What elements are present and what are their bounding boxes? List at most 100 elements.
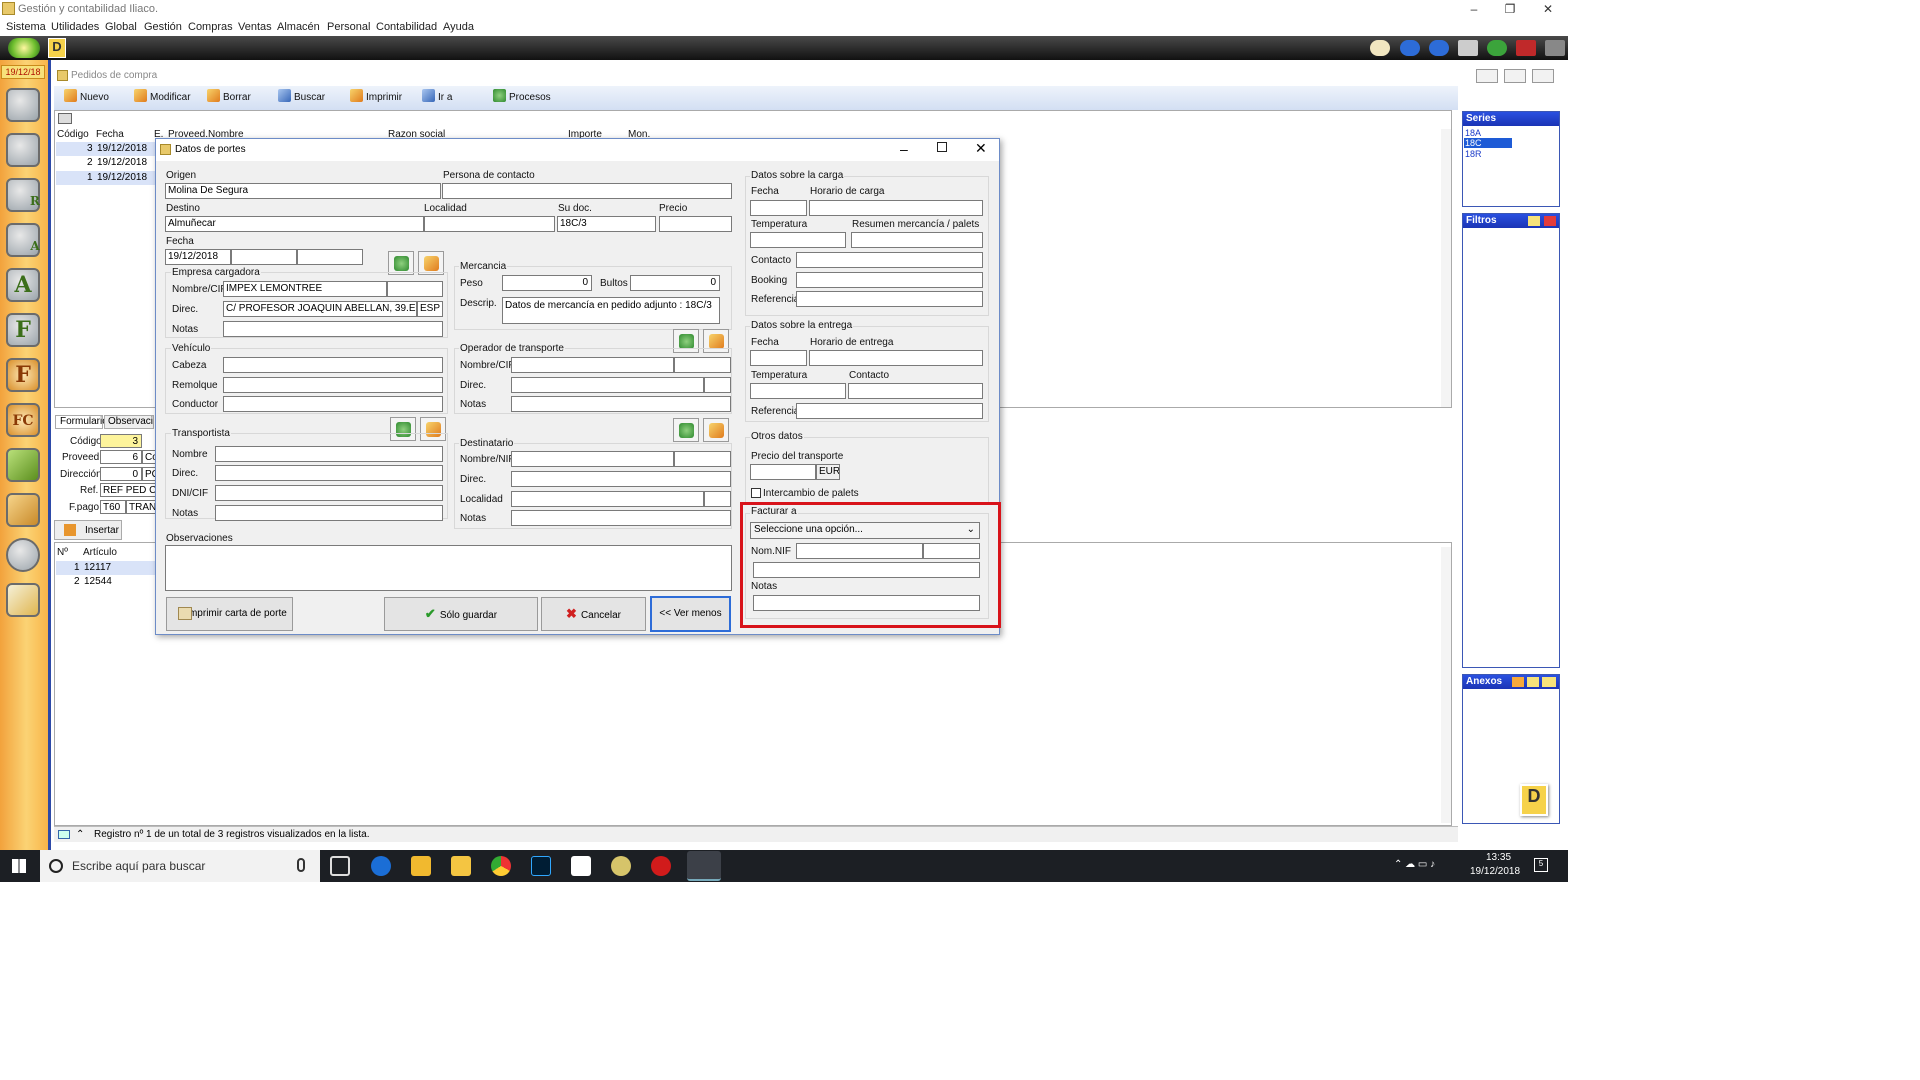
tab-formulario[interactable]: Formulario (55, 415, 108, 429)
localidad-field[interactable] (424, 216, 555, 232)
destinatario-localidad-field[interactable] (511, 491, 704, 507)
close-window-icon[interactable] (1516, 40, 1536, 56)
add-attachment-icon[interactable] (1512, 677, 1524, 687)
conductor-field[interactable] (223, 396, 443, 412)
solo-guardar-button[interactable]: ✔ Sólo guardar (384, 597, 538, 631)
menu-ayuda[interactable]: Ayuda (443, 21, 474, 33)
buscar-button[interactable]: Buscar (278, 89, 325, 103)
procesos-button[interactable]: Procesos (493, 89, 551, 103)
transportista-dni-field[interactable] (215, 485, 443, 501)
box-icon[interactable] (6, 493, 40, 527)
dialog-close-button[interactable]: ✕ (975, 140, 987, 157)
moneda-field[interactable]: EUR (816, 464, 840, 480)
remolque-field[interactable] (223, 377, 443, 393)
entrega-fecha-field[interactable] (750, 350, 807, 366)
operador-pais-field[interactable] (704, 377, 731, 393)
col-fecha[interactable]: Fecha (96, 129, 124, 140)
cd-icon[interactable] (6, 538, 40, 572)
status-up-icon[interactable]: ⌃ (76, 829, 84, 840)
cancelar-button[interactable]: ✖ Cancelar (541, 597, 646, 631)
entrega-contacto-field[interactable] (848, 383, 983, 399)
mail-tool-icon[interactable] (1370, 40, 1390, 56)
operador-cif-field[interactable] (674, 357, 731, 373)
list-item[interactable]: 1 12117 (56, 561, 156, 575)
dx-icon[interactable] (651, 856, 671, 876)
destinatario-nif-field[interactable] (674, 451, 731, 467)
book-icon[interactable] (6, 448, 40, 482)
child-close-button[interactable] (1532, 69, 1554, 83)
destinatario-contacts-button[interactable] (673, 418, 699, 442)
proveed-extra-field[interactable]: Co (142, 450, 156, 464)
destinatario-direc-field[interactable] (511, 471, 731, 487)
entrega-referencia-field[interactable] (796, 403, 983, 419)
menu-personal[interactable]: Personal (327, 21, 370, 33)
series-item-selected[interactable]: 18C (1464, 138, 1512, 148)
series-item[interactable]: 18R (1465, 149, 1482, 159)
carga-horario-field[interactable] (809, 200, 983, 216)
menu-compras[interactable]: Compras (188, 21, 233, 33)
menu-global[interactable]: Global (105, 21, 137, 33)
fecha-extra-1[interactable] (231, 249, 297, 265)
destino-field[interactable]: Almuñecar (165, 216, 424, 232)
destinatario-notas-field[interactable] (511, 510, 731, 526)
destinatario-books-button[interactable] (703, 418, 729, 442)
menu-sistema[interactable]: Sistema (6, 21, 46, 33)
carga-referencia-field[interactable] (796, 291, 983, 307)
microphone-icon[interactable] (297, 858, 305, 872)
windows-start-icon[interactable] (12, 859, 26, 873)
entrega-temperatura-field[interactable] (750, 383, 846, 399)
letter-fc-icon[interactable]: FC (6, 403, 40, 437)
fpago-field[interactable]: T60 (100, 500, 126, 514)
child-minimize-button[interactable] (1476, 69, 1498, 83)
help-icon[interactable] (1487, 40, 1507, 56)
cabeza-field[interactable] (223, 357, 443, 373)
ref-field[interactable]: REF PED CO (100, 483, 156, 497)
child-restore-button[interactable] (1504, 69, 1526, 83)
carga-fecha-field[interactable] (750, 200, 807, 216)
mail-icon[interactable] (6, 583, 40, 617)
fpago-extra-field[interactable]: TRANS (126, 500, 156, 514)
series-item[interactable]: 18A (1465, 128, 1481, 138)
booking-field[interactable] (796, 272, 983, 288)
modificar-button[interactable]: Modificar (134, 89, 191, 103)
attachment-settings-icon[interactable] (1527, 677, 1539, 687)
menu-utilidades[interactable]: Utilidades (51, 21, 99, 33)
nuevo-button[interactable]: Nuevo (64, 89, 109, 103)
attachment-folder-icon[interactable] (1542, 677, 1556, 687)
sudoc-field[interactable]: 18C/3 (557, 216, 656, 232)
edge-icon[interactable] (371, 856, 391, 876)
peso-field[interactable]: 0 (502, 275, 592, 291)
users-icon[interactable] (6, 88, 40, 122)
dialog-minimize-button[interactable]: – (900, 141, 908, 157)
grid-scrollbar[interactable] (1441, 129, 1451, 407)
letter-a-icon[interactable]: A (6, 268, 40, 302)
carga-resumen-field[interactable] (851, 232, 983, 248)
taskbar-search[interactable]: Escribe aquí para buscar (40, 850, 320, 882)
clock-date[interactable]: 19/12/2018 (1470, 866, 1520, 877)
menu-ventas[interactable]: Ventas (238, 21, 272, 33)
clock-time[interactable]: 13:35 (1486, 852, 1511, 863)
grid-options-icon[interactable] (58, 113, 72, 124)
bultos-field[interactable]: 0 (630, 275, 720, 291)
user-r-icon[interactable]: R (6, 178, 40, 212)
direccion-extra-field[interactable]: PO (142, 467, 156, 481)
entrega-horario-field[interactable] (809, 350, 983, 366)
carga-contacto-field[interactable] (796, 252, 983, 268)
direccion-field[interactable]: 0 (100, 467, 142, 481)
carga-temperatura-field[interactable] (750, 232, 846, 248)
precio-transporte-field[interactable] (750, 464, 816, 480)
imprimir-button[interactable]: Imprimir (350, 89, 402, 103)
menu-contabilidad[interactable]: Contabilidad (376, 21, 437, 33)
d-floating-icon[interactable]: D (1520, 784, 1548, 816)
origen-field[interactable]: Molina De Segura (165, 183, 441, 199)
windows-list-icon[interactable] (1458, 40, 1478, 56)
ver-menos-button[interactable]: << Ver menos (650, 596, 731, 632)
col-num[interactable]: Nº (57, 547, 68, 558)
codigo-field[interactable]: 3 (100, 434, 142, 448)
tab-observaciones[interactable]: Observacio (104, 415, 154, 429)
precio-field[interactable] (659, 216, 732, 232)
close-button[interactable]: ✕ (1526, 0, 1570, 18)
exit-icon[interactable] (1545, 40, 1565, 56)
notification-icon[interactable]: 5 (1534, 858, 1548, 872)
proveed-field[interactable]: 6 (100, 450, 142, 464)
